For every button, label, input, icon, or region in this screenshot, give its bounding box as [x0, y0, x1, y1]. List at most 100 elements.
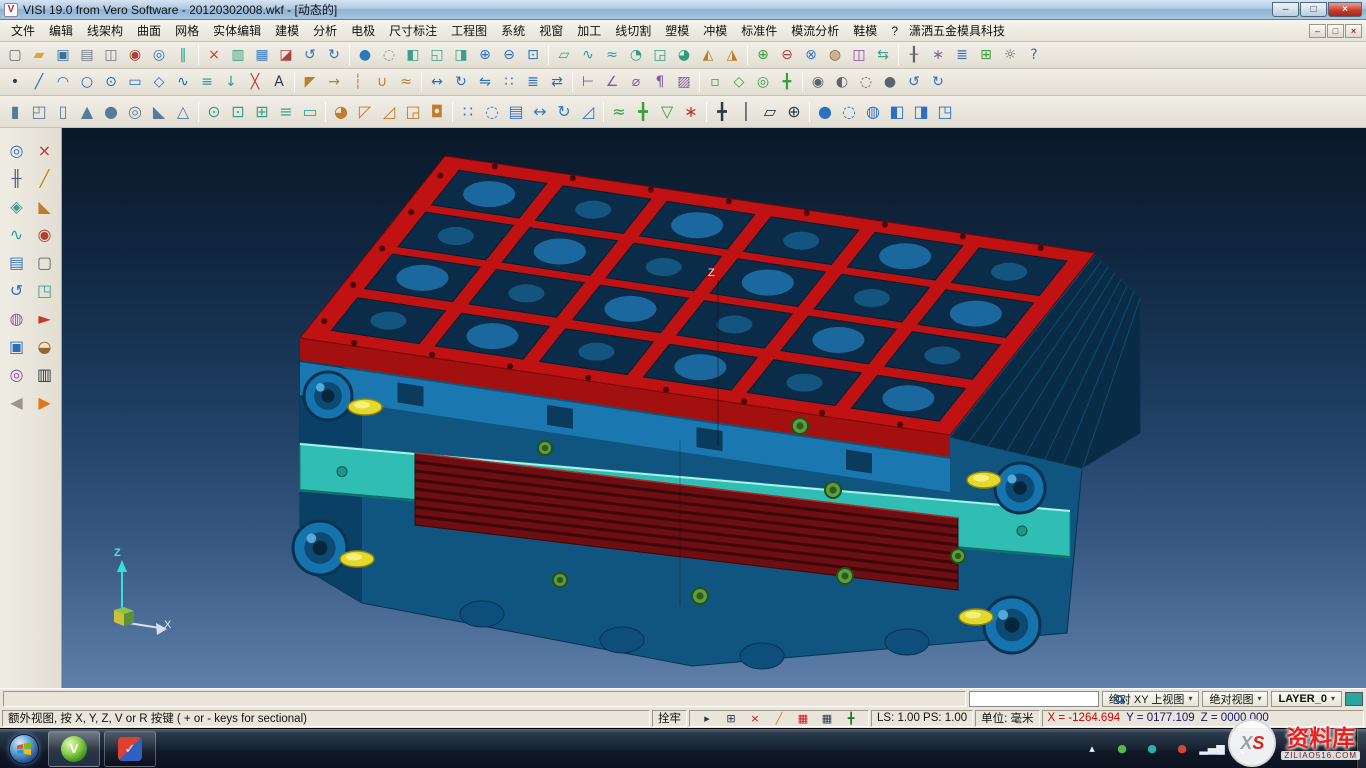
wireframe-view-icon[interactable]: ◌ [377, 43, 401, 67]
nav-back-icon[interactable]: ◀ [4, 390, 30, 416]
ellipse-icon[interactable]: ⊙ [99, 70, 123, 94]
menu-item-8[interactable]: 分析 [306, 22, 344, 40]
options-icon[interactable]: ☼ [998, 43, 1022, 67]
trim-cut-icon[interactable]: × [32, 138, 58, 164]
heal-solid-icon[interactable]: ╋ [631, 100, 655, 124]
explode-icon[interactable]: ∗ [679, 100, 703, 124]
work-plane-icon[interactable]: ▱ [758, 100, 782, 124]
line-icon[interactable]: ╱ [27, 70, 51, 94]
section-view-icon[interactable]: ◧ [885, 100, 909, 124]
visibility-icon[interactable]: ◉ [806, 70, 830, 94]
boolean-union-icon[interactable]: ⊕ [751, 43, 775, 67]
start-button[interactable] [2, 729, 46, 768]
regen-icon[interactable]: ↺ [902, 70, 926, 94]
menu-item-10[interactable]: 尺寸标注 [382, 22, 444, 40]
title-bar[interactable]: V VISI 19.0 from Vero Software - 2012030… [0, 0, 1366, 20]
clip-view-icon[interactable]: ◨ [909, 100, 933, 124]
prim-wedge-icon[interactable]: ◣ [147, 100, 171, 124]
feature-pocket-icon[interactable]: ⊡ [226, 100, 250, 124]
copy-3d-icon[interactable]: ▤ [504, 100, 528, 124]
menu-item-21[interactable]: ? [884, 22, 905, 40]
grid-red-icon[interactable]: ▦ [791, 710, 815, 727]
pattern-circular-icon[interactable]: ◌ [480, 100, 504, 124]
isolate-icon[interactable]: ◐ [830, 70, 854, 94]
stamp-seal-icon[interactable]: ◉ [32, 222, 58, 248]
menu-item-13[interactable]: 视窗 [532, 22, 570, 40]
blend-edge-icon[interactable]: ◕ [329, 100, 353, 124]
split-solid-icon[interactable]: ◫ [847, 43, 871, 67]
snap-center-icon[interactable]: ◎ [751, 70, 775, 94]
taskbar-app-visi[interactable]: V [48, 731, 100, 767]
refresh-icon[interactable]: ↻ [926, 70, 950, 94]
add-item-icon[interactable]: ╋ [839, 710, 863, 727]
menu-item-20[interactable]: 鞋模 [846, 22, 884, 40]
revolve-surface-icon[interactable]: ◔ [624, 43, 648, 67]
close-button[interactable]: × [1328, 2, 1362, 17]
prim-box-icon[interactable]: ◰ [27, 100, 51, 124]
zoom-fit-icon[interactable]: ⊡ [521, 43, 545, 67]
dimension-linear-icon[interactable]: ⊢ [576, 70, 600, 94]
prim-pyramid-icon[interactable]: △ [171, 100, 195, 124]
scale-3d-icon[interactable]: ◿ [576, 100, 600, 124]
viewport-background[interactable]: Z Z X [62, 128, 1366, 688]
hidden-icons-icon[interactable]: ▴ [1080, 739, 1104, 759]
search-icon[interactable] [1115, 695, 1123, 703]
nav-forward-icon[interactable]: ▶ [32, 390, 58, 416]
array-icon[interactable]: ∷ [497, 70, 521, 94]
wcs-icon[interactable]: ╋ [710, 100, 734, 124]
project-curve-icon[interactable]: ↓ [219, 70, 243, 94]
top-view-icon[interactable]: ◱ [425, 43, 449, 67]
menu-item-1[interactable]: 文件 [4, 22, 42, 40]
menu-item-3[interactable]: 线架构 [80, 22, 130, 40]
sheet-page-icon[interactable]: ▢ [32, 250, 58, 276]
print-preview-icon[interactable]: ◫ [99, 43, 123, 67]
layers-icon[interactable]: ≣ [950, 43, 974, 67]
extrude-surface-icon[interactable]: ◲ [648, 43, 672, 67]
move-icon[interactable]: ↔ [425, 70, 449, 94]
flag-mark-icon[interactable]: ► [32, 306, 58, 332]
knot-curve-icon[interactable]: ◈ [4, 194, 30, 220]
spline-icon[interactable]: ∿ [171, 70, 195, 94]
print-icon[interactable]: ▤ [75, 43, 99, 67]
help-icon[interactable]: ? [1022, 43, 1046, 67]
menu-item-11[interactable]: 工程图 [444, 22, 494, 40]
feature-hole-icon[interactable]: ⊙ [202, 100, 226, 124]
save-icon[interactable]: ▣ [51, 43, 75, 67]
menu-item-6[interactable]: 实体编辑 [206, 22, 268, 40]
draft-face-icon[interactable]: ◿ [377, 100, 401, 124]
pause-icon[interactable]: ‖ [171, 43, 195, 67]
menu-item-15[interactable]: 线切割 [608, 22, 658, 40]
minimize-button[interactable]: – [1272, 2, 1299, 17]
simplify-icon[interactable]: ▽ [655, 100, 679, 124]
prim-torus-icon[interactable]: ◎ [123, 100, 147, 124]
text-curve-icon[interactable]: A [267, 70, 291, 94]
offset-curve-icon[interactable]: ≡ [195, 70, 219, 94]
menu-item-16[interactable]: 塑模 [658, 22, 696, 40]
new-file-icon[interactable]: ▢ [3, 43, 27, 67]
menu-item-4[interactable]: 曲面 [130, 22, 168, 40]
render-hidden-line-icon[interactable]: ◍ [861, 100, 885, 124]
erase-icon[interactable]: ◪ [274, 43, 298, 67]
break-curve-icon[interactable]: ┆ [346, 70, 370, 94]
mdi-restore-button[interactable]: □ [1327, 24, 1344, 38]
iso-view-icon[interactable]: ◧ [401, 43, 425, 67]
note-label-icon[interactable]: ¶ [648, 70, 672, 94]
taskbar-app-2[interactable]: ✓ [104, 731, 156, 767]
prim-cone-icon[interactable]: ▲ [75, 100, 99, 124]
frame-box-icon[interactable]: ▣ [4, 334, 30, 360]
menu-item-18[interactable]: 标准件 [734, 22, 784, 40]
menu-item-2[interactable]: 编辑 [42, 22, 80, 40]
rotate-icon[interactable]: ↻ [449, 70, 473, 94]
network-icon[interactable]: ▂▄▆ [1200, 739, 1224, 759]
polygon-icon[interactable]: ◇ [147, 70, 171, 94]
grid-dark-icon[interactable]: ▦ [815, 710, 839, 727]
intersect-curve-icon[interactable]: ╳ [243, 70, 267, 94]
rectangle-icon[interactable]: ▭ [123, 70, 147, 94]
mirror-solid-icon[interactable]: ⇆ [871, 43, 895, 67]
layer-color-swatch[interactable] [1345, 692, 1363, 706]
edit-pencil-icon[interactable]: ╱ [767, 710, 791, 727]
zoom-in-icon[interactable]: ⊕ [473, 43, 497, 67]
menu-item-17[interactable]: 冲模 [696, 22, 734, 40]
tray-app-green-icon[interactable]: ● [1110, 739, 1134, 759]
snap-intersect-icon[interactable]: ╋ [775, 70, 799, 94]
